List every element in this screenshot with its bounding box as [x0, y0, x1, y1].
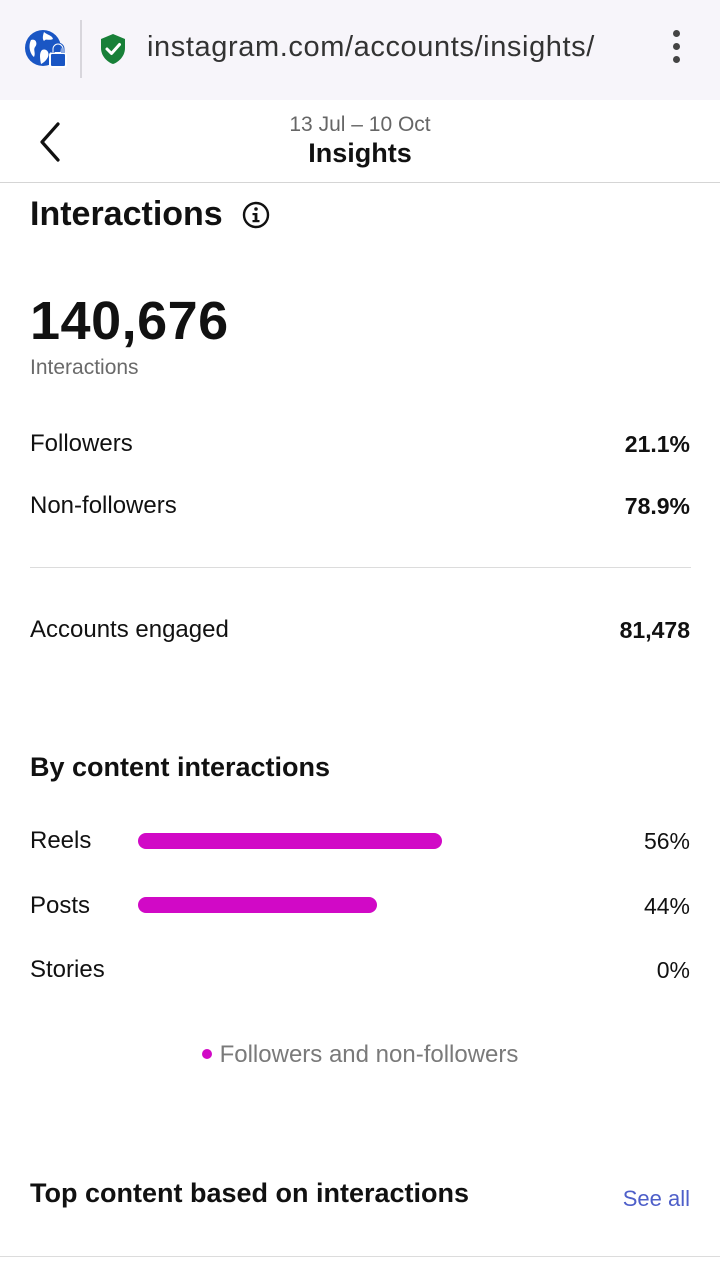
content-bar-fill	[138, 833, 442, 849]
content-label-posts: Posts	[30, 892, 91, 919]
content-pct-stories: 0%	[656, 957, 690, 983]
followers-value: 21.1%	[624, 431, 690, 457]
top-content-title: Top content based on interactions	[30, 1178, 470, 1208]
content-bar-stories	[138, 961, 518, 977]
content-pct-posts: 44%	[643, 893, 690, 919]
see-all-link[interactable]: See all	[623, 1186, 690, 1212]
total-interactions-label: Interactions	[30, 356, 139, 379]
content-bar-fill	[138, 897, 377, 913]
non-followers-label: Non-followers	[30, 492, 177, 519]
info-icon[interactable]	[242, 201, 270, 229]
section-title-interactions: Interactions	[30, 195, 223, 233]
page-title: Insights	[308, 138, 412, 168]
content-label-reels: Reels	[30, 827, 92, 854]
by-content-title: By content interactions	[30, 752, 331, 782]
divider-bottom	[0, 1256, 720, 1257]
content-label-stories: Stories	[30, 956, 105, 983]
url-separator	[80, 20, 82, 78]
globe-lock-icon[interactable]	[22, 26, 68, 72]
url-text[interactable]: instagram.com/accounts/insights/	[147, 31, 637, 64]
accounts-engaged-label: Accounts engaged	[30, 616, 229, 643]
kebab-menu-icon[interactable]	[664, 30, 688, 70]
shield-check-icon[interactable]	[99, 33, 127, 65]
page-header: 13 Jul – 10 Oct Insights	[0, 100, 720, 183]
chart-legend: Followers and non-followers	[0, 1041, 720, 1069]
browser-url-bar: instagram.com/accounts/insights/	[0, 0, 720, 100]
divider	[30, 567, 691, 568]
legend-dot-icon	[201, 1048, 212, 1059]
date-range: 13 Jul – 10 Oct	[289, 113, 431, 136]
legend-label: Followers and non-followers	[219, 1041, 519, 1068]
non-followers-value: 78.9%	[624, 493, 690, 519]
total-interactions-value: 140,676	[30, 291, 229, 351]
content-pct-reels: 56%	[643, 828, 690, 854]
accounts-engaged-value: 81,478	[619, 617, 690, 643]
followers-label: Followers	[30, 430, 133, 457]
content-bar-posts	[138, 897, 518, 913]
content-bar-reels	[138, 833, 518, 849]
